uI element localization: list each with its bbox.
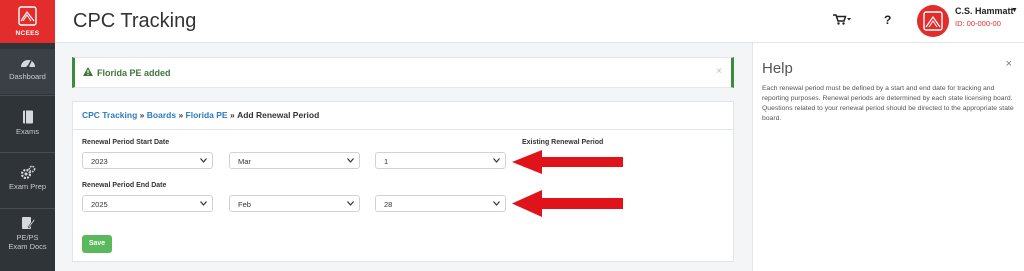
end-year-select[interactable]: 2025	[82, 195, 213, 212]
breadcrumb-link-florida-pe[interactable]: Florida PE	[186, 110, 228, 120]
save-button[interactable]: Save	[82, 235, 112, 253]
user-name[interactable]: C.S. Hammatt	[955, 6, 1014, 16]
dashboard-icon	[20, 60, 35, 69]
document-edit-icon	[21, 217, 35, 229]
help-button[interactable]: ?	[884, 13, 891, 27]
sidebar-item-exam-prep[interactable]: Exam Prep	[0, 165, 55, 205]
user-id: ID: 00-000-00	[955, 19, 1001, 28]
close-icon[interactable]: ×	[1006, 58, 1012, 70]
sidebar-item-pe-ps-exam-docs[interactable]: PE/PS Exam Docs	[0, 216, 55, 264]
user-avatar-icon	[923, 11, 943, 31]
select-value: 2023	[91, 157, 108, 166]
chevron-down-icon[interactable]: ▼	[1011, 7, 1018, 14]
start-year-select[interactable]: 2023	[82, 152, 213, 169]
logo-text: NCEES	[15, 30, 40, 37]
success-alert: Florida PE added ×	[72, 57, 734, 88]
breadcrumb-separator: »	[229, 110, 235, 120]
start-day-select[interactable]: 1	[375, 152, 506, 169]
renewal-period-card: CPC Tracking » Boards » Florida PE » Add…	[72, 101, 734, 262]
cart-button[interactable]	[833, 14, 851, 28]
sidebar-item-label: Exams	[16, 127, 39, 136]
cart-icon	[833, 14, 851, 25]
end-month-select[interactable]: Feb	[229, 195, 360, 212]
help-title: Help	[762, 60, 793, 77]
select-value: 1	[384, 157, 389, 166]
sidebar-item-label: Exam Docs	[8, 242, 47, 251]
chevron-down-icon	[200, 158, 207, 163]
avatar[interactable]	[917, 5, 949, 37]
sidebar-divider	[0, 152, 55, 153]
annotation-arrow-icon	[512, 150, 623, 174]
end-day-select[interactable]: 28	[375, 195, 506, 212]
close-icon[interactable]: ×	[716, 66, 722, 77]
breadcrumb-link-boards[interactable]: Boards	[147, 110, 176, 120]
top-header: CPC Tracking ? C.S. Hammatt ▼ ID: 00-000…	[55, 0, 1024, 43]
chevron-down-icon	[347, 201, 354, 206]
existing-period-label: Existing Renewal Period	[522, 139, 604, 146]
select-value: 28	[384, 200, 393, 209]
sidebar-divider	[0, 208, 55, 209]
chevron-down-icon	[200, 201, 207, 206]
ncees-logo-icon	[18, 6, 37, 26]
sidebar-divider	[0, 95, 55, 96]
breadcrumb-link-cpc-tracking[interactable]: CPC Tracking	[82, 110, 137, 120]
sidebar-item-exams[interactable]: Exams	[0, 110, 55, 150]
annotation-arrow-icon	[512, 190, 623, 217]
breadcrumb: CPC Tracking » Boards » Florida PE » Add…	[82, 110, 319, 120]
chevron-down-icon	[347, 158, 354, 163]
breadcrumb-separator: »	[178, 110, 184, 120]
sidebar: NCEES Dashboard Exams Exam Prep PE/PS Ex…	[0, 0, 55, 271]
breadcrumb-current: Add Renewal Period	[237, 110, 320, 120]
ncees-logo[interactable]: NCEES	[0, 0, 55, 43]
start-month-select[interactable]: Mar	[229, 152, 360, 169]
select-value: Mar	[238, 157, 251, 166]
sidebar-item-label: Exam Prep	[8, 182, 47, 191]
help-panel: Help × Each renewal period must be defin…	[752, 43, 1024, 271]
breadcrumb-separator: »	[139, 110, 145, 120]
sidebar-item-label: Dashboard	[9, 72, 46, 81]
divider	[73, 129, 733, 130]
warning-icon	[83, 67, 93, 76]
alert-message: Florida PE added	[97, 68, 171, 78]
select-value: 2025	[91, 200, 108, 209]
page-title: CPC Tracking	[73, 10, 197, 32]
sidebar-item-label: PE/PS	[16, 233, 39, 242]
book-icon	[22, 110, 33, 124]
chevron-down-icon	[493, 201, 500, 206]
select-value: Feb	[238, 200, 251, 209]
end-date-label: Renewal Period End Date	[82, 182, 167, 189]
start-date-label: Renewal Period Start Date	[82, 139, 170, 146]
sidebar-item-dashboard[interactable]: Dashboard	[0, 49, 55, 94]
help-text: Each renewal period must be defined by a…	[762, 85, 1014, 122]
gears-icon	[20, 165, 35, 179]
chevron-down-icon	[493, 158, 500, 163]
